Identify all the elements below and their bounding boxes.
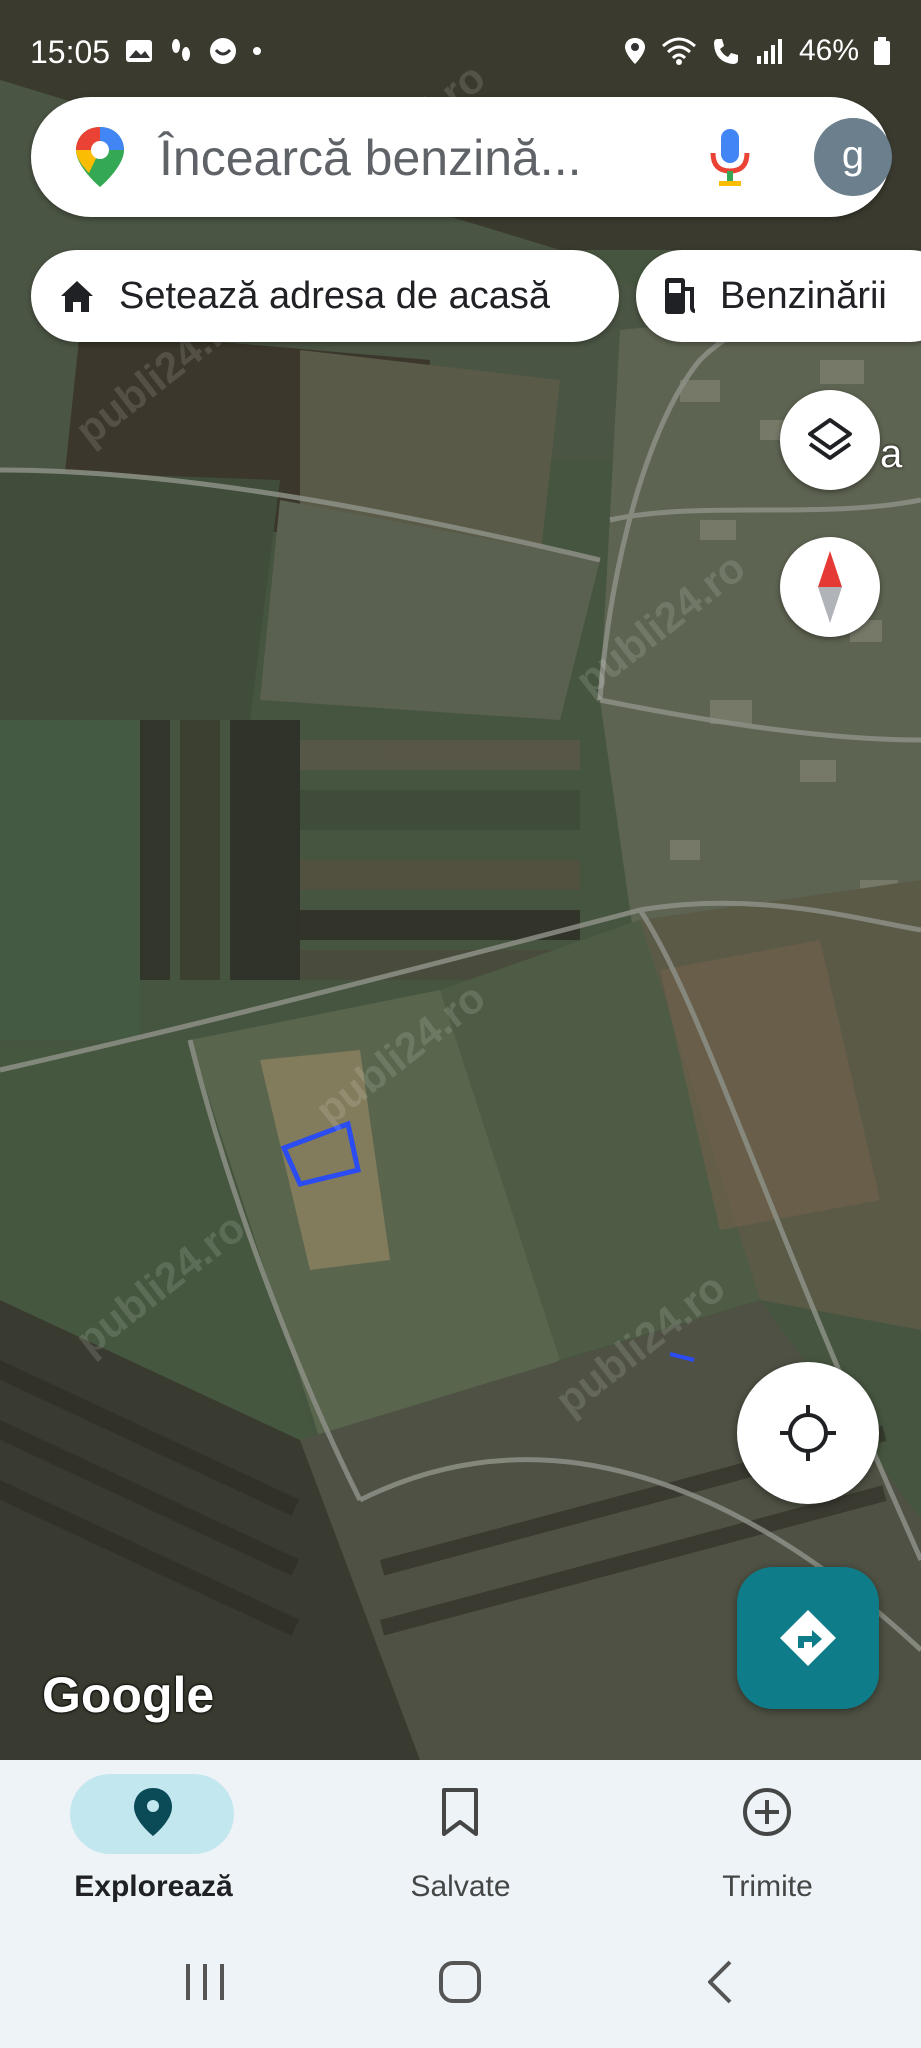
map-edge-label: a <box>880 432 903 476</box>
status-bar: 15:05 46% <box>0 0 921 104</box>
tab-label: Explorează <box>74 1870 233 1903</box>
layers-button[interactable] <box>780 390 880 490</box>
battery-percent: 46% <box>798 34 859 67</box>
compass-icon <box>818 551 842 623</box>
home-nav-icon[interactable] <box>436 1958 484 2006</box>
status-right: 46% <box>623 34 891 68</box>
mic-icon[interactable] <box>707 127 753 189</box>
google-maps-pin-icon <box>76 127 124 187</box>
back-icon[interactable] <box>700 1958 740 2006</box>
chip-set-home-address[interactable]: Setează adresa de acasă <box>31 250 619 342</box>
tab-label: Trimite <box>722 1870 813 1903</box>
signal-icon <box>756 39 782 64</box>
face-icon <box>210 38 236 64</box>
my-location-icon <box>780 1405 836 1461</box>
gas-station-icon <box>665 278 696 314</box>
location-icon <box>624 38 645 64</box>
dot-icon <box>253 47 261 55</box>
tab-saved[interactable]: Salvate <box>307 1760 614 1920</box>
add-circle-icon <box>743 1788 791 1836</box>
image-icon <box>126 40 152 62</box>
status-time: 15:05 <box>30 34 111 70</box>
directions-button[interactable] <box>737 1567 879 1709</box>
system-navigation-bar <box>0 1920 921 2048</box>
call-icon <box>713 39 738 64</box>
status-left-icons <box>124 36 264 66</box>
chip-gas-stations[interactable]: Benzinării <box>636 250 921 342</box>
chip-label: Setează adresa de acasă <box>119 274 550 317</box>
account-avatar[interactable]: g <box>814 118 892 196</box>
recents-icon[interactable] <box>180 1960 230 2004</box>
search-bar[interactable]: Încearcă benzină... g <box>31 97 892 217</box>
tab-contribute[interactable]: Trimite <box>614 1760 921 1920</box>
tab-explore[interactable]: Explorează <box>0 1760 307 1920</box>
explore-pin-icon <box>134 1788 172 1836</box>
layers-icon <box>808 418 852 460</box>
directions-icon <box>780 1610 836 1666</box>
bottom-navigation: Explorează Salvate Trimite <box>0 1760 921 1920</box>
wifi-icon <box>661 37 696 65</box>
compass-button[interactable] <box>780 537 880 637</box>
search-input[interactable]: Încearcă benzină... <box>159 129 582 187</box>
bookmark-icon <box>442 1788 478 1836</box>
my-location-button[interactable] <box>737 1362 879 1504</box>
chip-label: Benzinării <box>720 274 887 317</box>
tab-label: Salvate <box>410 1870 511 1903</box>
battery-icon <box>874 37 890 65</box>
google-logo: Google <box>42 1667 215 1723</box>
home-icon <box>61 281 93 312</box>
footprints-icon <box>172 39 190 61</box>
